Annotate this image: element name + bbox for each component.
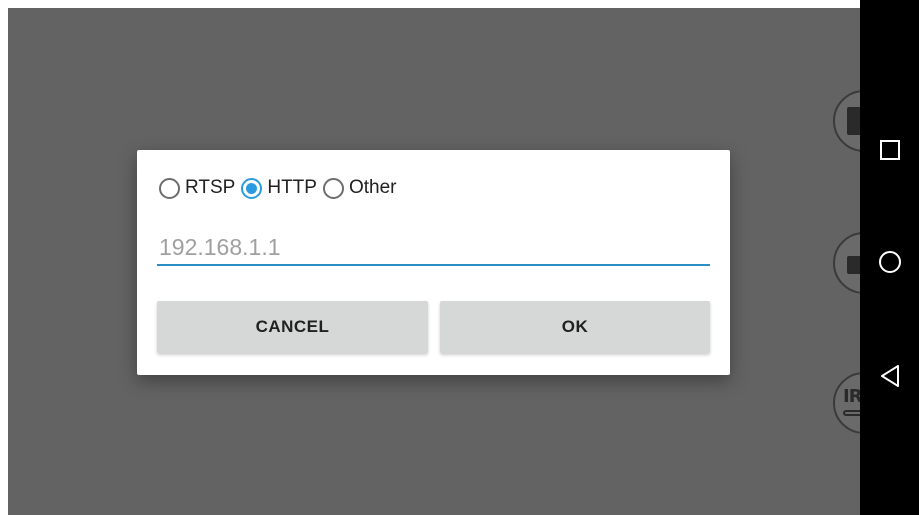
stream-address-dialog: RTSP HTTP Other CANCEL OK [137,150,730,375]
camera-icon [847,256,860,274]
address-input[interactable] [157,230,710,266]
ok-button[interactable]: OK [440,301,710,353]
system-navigation-bar [860,0,919,515]
save-button-bg [833,90,860,152]
camera-button-bg [833,232,860,294]
radio-http-label: HTTP [267,177,317,198]
cancel-button[interactable]: CANCEL [157,301,428,353]
radio-rtsp-circle[interactable] [159,177,180,199]
back-button[interactable] [860,354,919,398]
ir-button-bg: IR [833,372,860,434]
home-icon [878,251,901,273]
radio-rtsp-label: RTSP [185,177,236,198]
radio-http[interactable]: HTTP [241,177,317,199]
ir-icon: IR [843,386,860,407]
radio-http-circle[interactable] [241,177,263,199]
back-icon [880,365,899,387]
protocol-radio-group: RTSP HTTP Other [159,174,402,202]
recent-apps-button[interactable] [860,128,919,172]
radio-rtsp[interactable]: RTSP [159,177,235,199]
radio-other-label: Other [348,177,397,198]
ir-icon-line [843,410,860,416]
radio-other[interactable]: Other [322,177,397,199]
radio-other-circle[interactable] [322,177,344,199]
save-icon [847,107,860,135]
recent-apps-icon [879,140,900,160]
home-button[interactable] [860,240,919,284]
